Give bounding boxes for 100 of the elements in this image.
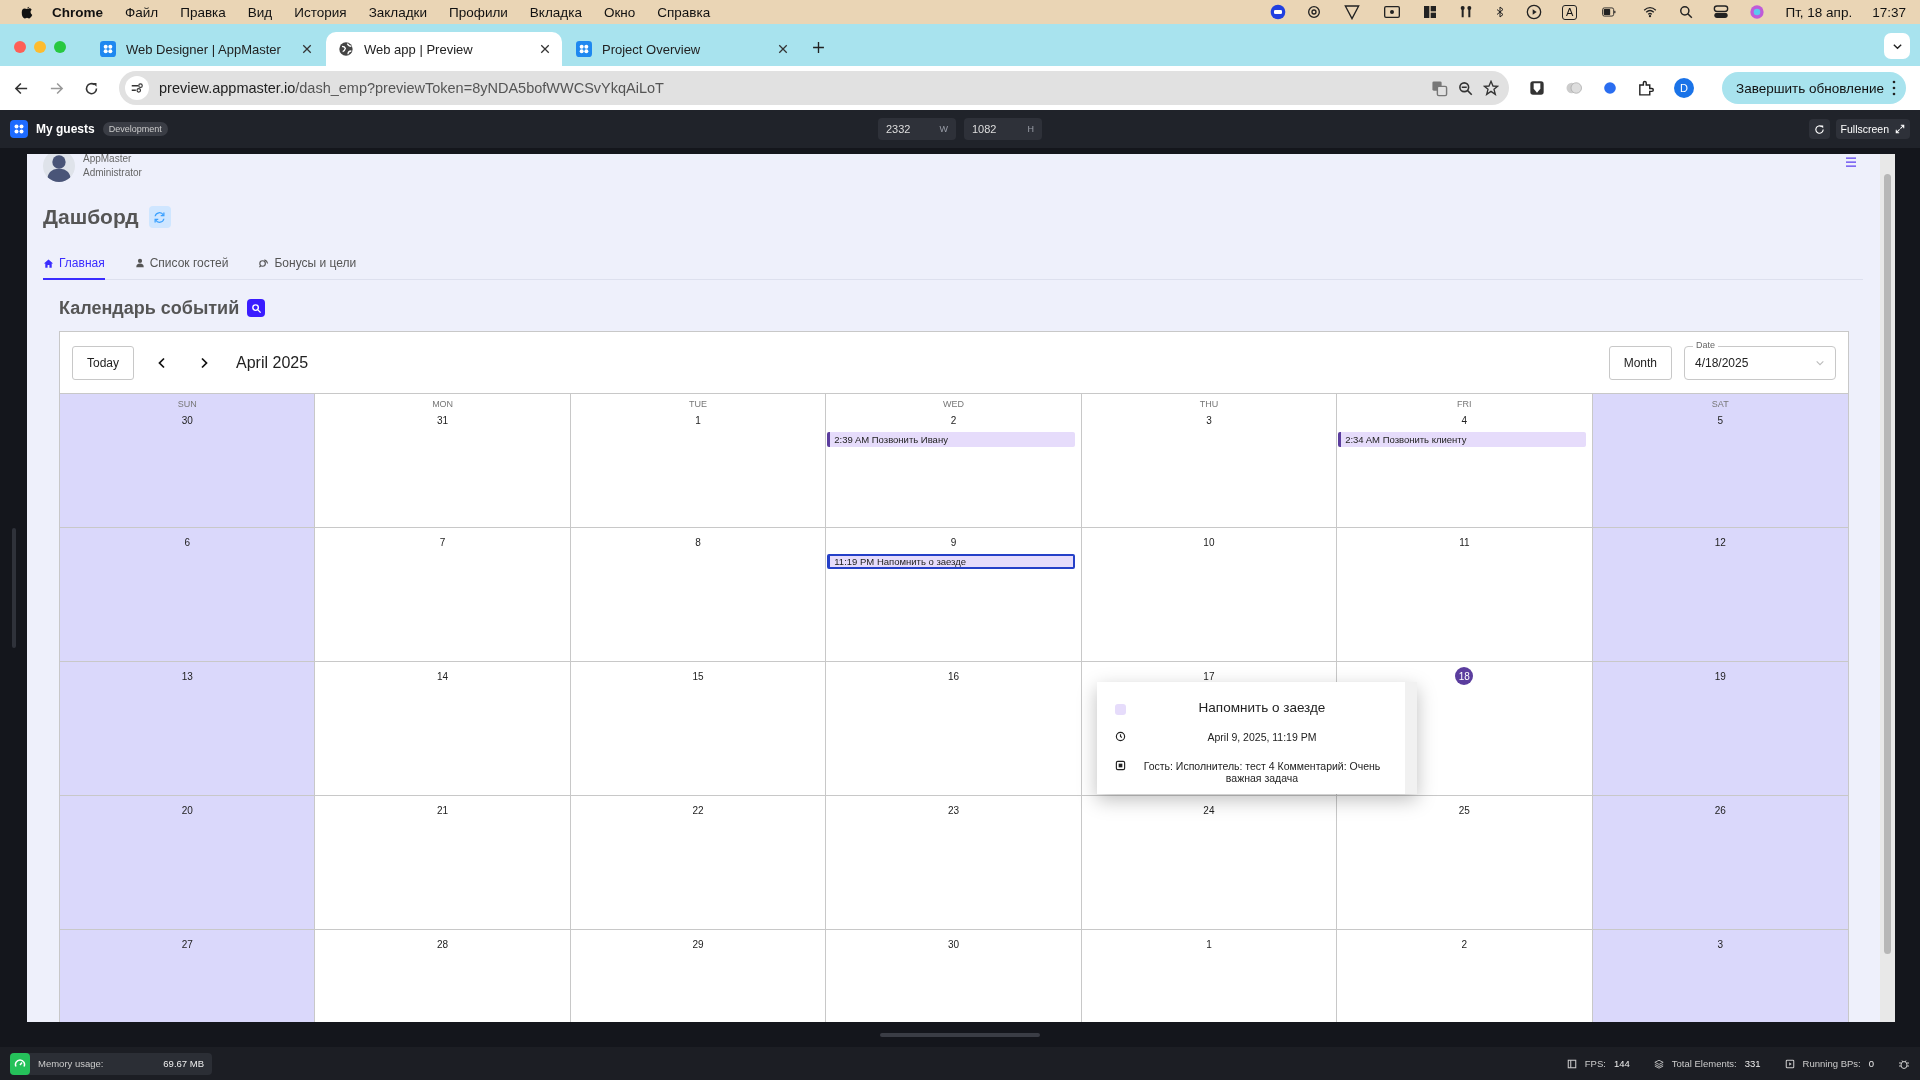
reload-icon[interactable] (84, 80, 99, 96)
weekday-label: THU (1199, 399, 1219, 411)
tab-search-button[interactable] (1884, 33, 1910, 59)
close-icon[interactable] (778, 44, 788, 54)
day-cell[interactable]: 8 (570, 528, 827, 662)
close-icon[interactable] (302, 44, 312, 54)
day-cell[interactable]: 12 (1592, 528, 1848, 662)
search-icon[interactable] (1679, 5, 1694, 19)
play-icon[interactable] (1526, 4, 1543, 20)
day-number: 26 (1713, 803, 1727, 818)
day-cell[interactable]: 9 11:19 PM Напомнить о заезде (826, 528, 1082, 662)
new-tab-icon[interactable] (812, 40, 825, 54)
address-bar[interactable]: preview.appmaster.io/dash_emp?previewToken=8yNDA5bofWWCSvYkqAiLoT (119, 71, 1509, 105)
day-cell[interactable]: 15 (570, 662, 827, 796)
day-cell[interactable]: 13 (60, 662, 316, 796)
translate-icon[interactable] (1431, 79, 1448, 97)
day-cell[interactable]: TUE 1 (570, 394, 827, 528)
update-button[interactable]: Завершить обновление (1722, 72, 1906, 104)
day-cell[interactable]: 14 (315, 662, 571, 796)
day-cell[interactable]: 22 (570, 796, 827, 930)
profile-avatar[interactable]: D (1674, 78, 1694, 98)
refresh-button[interactable] (1808, 119, 1830, 139)
resize-handle[interactable] (880, 1032, 1040, 1037)
day-cell[interactable]: 21 (315, 796, 571, 930)
menu-item[interactable]: Вид (247, 4, 273, 20)
star-icon[interactable] (1483, 80, 1499, 96)
day-cell[interactable]: SAT 5 (1592, 394, 1848, 528)
bug-icon[interactable] (1898, 1057, 1910, 1070)
day-cell[interactable]: 19 (1592, 662, 1848, 796)
user-role: Administrator (83, 166, 142, 180)
input-source[interactable]: A (1562, 4, 1578, 20)
page-tab[interactable]: Список гостей (134, 256, 229, 280)
menubar-date[interactable]: Пт, 18 апр. (1785, 4, 1853, 20)
day-number: 31 (436, 413, 450, 428)
browser-tab[interactable]: Project Overview (564, 32, 800, 66)
menu-icon[interactable] (1844, 156, 1858, 168)
forward-icon[interactable] (49, 80, 64, 96)
control-center-icon[interactable] (1713, 4, 1730, 20)
today-button[interactable]: Today (72, 345, 135, 380)
fullscreen-button[interactable]: Fullscreen (1835, 119, 1910, 139)
layout-icon[interactable] (1422, 4, 1439, 20)
password-manager-icon[interactable] (1529, 80, 1545, 96)
page-tab[interactable]: Бонусы и цели (258, 256, 357, 280)
day-cell[interactable]: 27 (60, 930, 316, 1022)
puzzle-icon[interactable] (1637, 79, 1654, 97)
scrollbar-thumb[interactable] (1884, 174, 1891, 954)
shield-icon[interactable] (1342, 4, 1363, 20)
calendar-event[interactable]: 2:34 AM Позвонить клиенту (1338, 432, 1586, 447)
meeting-app-icon[interactable] (1270, 4, 1287, 20)
close-icon[interactable] (540, 44, 550, 54)
calendar-event[interactable]: 2:39 AM Позвонить Ивану (827, 432, 1075, 447)
day-cell[interactable]: MON 31 (315, 394, 571, 528)
menu-item[interactable]: Закладки (368, 4, 428, 20)
height-field[interactable]: 1082 H (964, 118, 1042, 140)
event-time: April 9, 2025, 11:19 PM (1206, 731, 1318, 744)
day-cell[interactable]: 11 (1337, 528, 1593, 662)
browser-tab[interactable]: Web app | Preview (326, 32, 562, 66)
more-icon[interactable] (1892, 80, 1896, 96)
popover-scrollbar[interactable] (1405, 682, 1417, 794)
menu-item[interactable]: Окно (603, 4, 636, 20)
day-cell[interactable]: FRI 4 2:34 AM Позвонить клиенту (1337, 394, 1593, 528)
person-icon (134, 258, 145, 268)
day-number: 27 (180, 937, 194, 952)
menu-item[interactable]: История (294, 4, 347, 20)
menu-item[interactable]: Вкладка (529, 4, 582, 20)
day-number: 2 (949, 413, 958, 428)
user-avatar[interactable] (43, 154, 75, 182)
width-field[interactable]: 2332 W (878, 118, 956, 140)
zoom-out-icon[interactable] (1458, 80, 1473, 96)
menu-item[interactable]: Профили (449, 4, 508, 20)
calendar-event[interactable]: 11:19 PM Напомнить о заезде (827, 554, 1075, 569)
search-button[interactable] (247, 299, 266, 317)
siri-icon[interactable] (1749, 4, 1766, 20)
menu-item[interactable]: Правка (180, 4, 226, 20)
section-title: Календарь событий (59, 297, 240, 319)
app-menu[interactable]: Chrome (52, 4, 103, 20)
day-cell[interactable]: 26 (1592, 796, 1848, 930)
view-button[interactable]: Month (1608, 345, 1672, 380)
bps-value: 0 (1868, 1058, 1874, 1069)
day-cell[interactable]: 10 (1081, 528, 1338, 662)
back-icon[interactable] (14, 80, 29, 96)
day-cell[interactable]: SUN 30 (60, 394, 316, 528)
day-cell[interactable]: 6 (60, 528, 316, 662)
day-cell[interactable]: 20 (60, 796, 316, 930)
menu-item[interactable]: Справка (657, 4, 711, 20)
day-cell[interactable]: 25 (1337, 796, 1593, 930)
browser-tab[interactable]: Web Designer | AppMaster (88, 32, 324, 66)
day-cell[interactable]: THU 3 (1081, 394, 1338, 528)
extension-dot-icon[interactable] (1603, 81, 1617, 95)
day-cell[interactable]: 3 (1592, 930, 1848, 1022)
page-tab[interactable]: Главная (43, 256, 105, 280)
day-cell[interactable]: 24 (1081, 796, 1338, 930)
menubar-clock[interactable]: 17:37 (1872, 4, 1906, 20)
day-cell[interactable]: 16 (826, 662, 1082, 796)
menu-item[interactable]: Файл (125, 4, 159, 20)
day-cell[interactable]: 7 (315, 528, 571, 662)
resize-handle[interactable] (11, 528, 16, 648)
day-cell[interactable]: 23 (826, 796, 1082, 930)
day-number: 15 (691, 669, 705, 684)
day-cell[interactable]: WED 2 2:39 AM Позвонить Ивану (826, 394, 1082, 528)
